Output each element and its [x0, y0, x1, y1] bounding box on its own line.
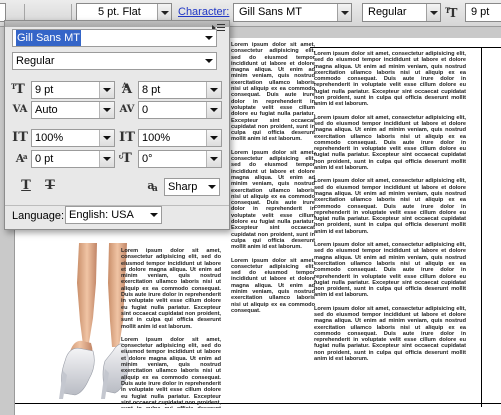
language-dropdown[interactable]: English: USA [65, 206, 162, 224]
paragraph: Lorem ipsum dolor sit amet, consectetur … [121, 248, 221, 330]
chevron-down-icon[interactable] [157, 4, 171, 21]
baseline-shift-icon: Aa [15, 152, 28, 165]
text-column-right[interactable]: Lorem ipsum dolor sit amet, consectetur … [314, 51, 466, 413]
anti-aliasing-icon: aa [147, 179, 158, 194]
paragraph: Lorem ipsum dolor sit amet, consectetur … [231, 42, 315, 143]
text-column-middle[interactable]: Lorem ipsum dolor sit amet, consectetur … [231, 42, 315, 402]
chevron-down-icon[interactable] [337, 4, 351, 21]
anti-aliasing-value: Sharp [168, 181, 198, 193]
vertical-scale-field[interactable]: 100% [31, 129, 115, 147]
strikethrough-icon[interactable]: T [41, 177, 59, 195]
chevron-down-icon[interactable] [99, 151, 114, 167]
chevron-down-icon[interactable] [208, 185, 216, 189]
chevron-down-icon[interactable] [206, 102, 221, 118]
kerning-field[interactable]: Auto [31, 101, 115, 119]
panel-font-family-value: Gill Sans MT [16, 30, 81, 46]
page-border-line [481, 47, 482, 407]
chevron-down-icon[interactable] [150, 213, 158, 217]
chevron-down-icon[interactable] [206, 130, 221, 146]
panel-font-style-value: Regular [16, 55, 55, 67]
font-family-dropdown[interactable]: Gill Sans MT [233, 3, 352, 22]
paragraph: Lorem ipsum dolor sit amet, consectetur … [314, 305, 466, 363]
font-style-dropdown[interactable]: Regular [362, 3, 441, 22]
vertical-scale-value: 100% [35, 132, 64, 144]
chevron-down-icon[interactable] [99, 130, 114, 146]
font-size-icon: TT [11, 82, 25, 97]
paragraph: Lorem ipsum dolor sit amet, consectetur … [314, 178, 466, 235]
kerning-value: Auto [35, 104, 58, 116]
horizontal-scale-field[interactable]: 100% [138, 129, 222, 147]
kerning-icon: VA [12, 104, 28, 115]
character-panel-link[interactable]: Character: [178, 6, 229, 18]
chevron-down-icon[interactable] [205, 36, 213, 40]
chevron-down-icon[interactable] [99, 102, 114, 118]
paragraph: Lorem ipsum dolor sit amet, consectetur … [314, 51, 466, 108]
chevron-down-icon[interactable] [206, 151, 221, 167]
font-size-field[interactable]: 9 pt [31, 81, 115, 99]
character-rotation-field[interactable]: 0° [138, 150, 222, 168]
chevron-down-icon[interactable] [99, 82, 114, 98]
leading-value: 8 pt [142, 84, 161, 96]
paragraph: Lorem ipsum dolor sit amet, consectetur … [314, 114, 466, 172]
page-border-line [310, 47, 501, 48]
tracking-value: 0 [142, 104, 149, 116]
character-rotation-value: 0° [142, 153, 153, 165]
chevron-down-icon[interactable] [206, 82, 221, 98]
baseline-shift-field[interactable]: 0 pt [31, 150, 115, 168]
font-size-field[interactable]: 9 pt [465, 3, 501, 22]
character-rotation-icon: T ↻ [118, 151, 132, 166]
language-value: English: USA [69, 209, 134, 221]
paragraph: Lorem ipsum dolor sit amet, consectetur … [231, 149, 315, 251]
tracking-field[interactable]: 0 [138, 101, 222, 119]
font-style-value: Regular [368, 6, 407, 18]
paragraph: Lorem ipsum dolor sit amet, consectetur … [231, 257, 315, 314]
panel-font-family-dropdown[interactable]: Gill Sans MT [12, 29, 217, 47]
language-label: Language: [12, 210, 64, 222]
brush-size-value: 5 pt. Flat [98, 6, 141, 18]
underline-icon[interactable]: T [17, 177, 35, 195]
font-size-value: 9 pt [35, 84, 54, 96]
panel-font-style-dropdown[interactable]: Regular [12, 52, 217, 70]
leading-icon: AA [121, 81, 133, 97]
anti-aliasing-dropdown[interactable]: Sharp [164, 178, 220, 196]
horizontal-scale-icon: IT [119, 130, 135, 145]
font-family-value: Gill Sans MT [239, 6, 302, 18]
tracking-icon: AV [119, 104, 135, 115]
character-panel: Gill Sans MT Regular TT 9 pt AA 8 pt VA … [4, 20, 230, 230]
leading-field[interactable]: 8 pt [138, 81, 222, 99]
paragraph: Lorem ipsum dolor sit amet, consectetur … [121, 336, 221, 408]
chevron-down-icon[interactable] [426, 4, 440, 21]
chevron-down-icon[interactable] [205, 59, 213, 63]
horizontal-scale-value: 100% [142, 132, 171, 144]
baseline-shift-value: 0 pt [35, 153, 54, 165]
font-size-icon: TT [445, 6, 458, 20]
paragraph: Lorem ipsum dolor sit amet, consectetur … [314, 242, 466, 299]
panel-drag-handle[interactable] [5, 21, 229, 27]
vertical-scale-icon: IT [12, 130, 28, 145]
font-size-value: 9 pt [471, 6, 490, 18]
panel-menu-icon[interactable] [212, 22, 227, 32]
text-column-photo[interactable]: Lorem ipsum dolor sit amet, consectetur … [121, 248, 221, 408]
